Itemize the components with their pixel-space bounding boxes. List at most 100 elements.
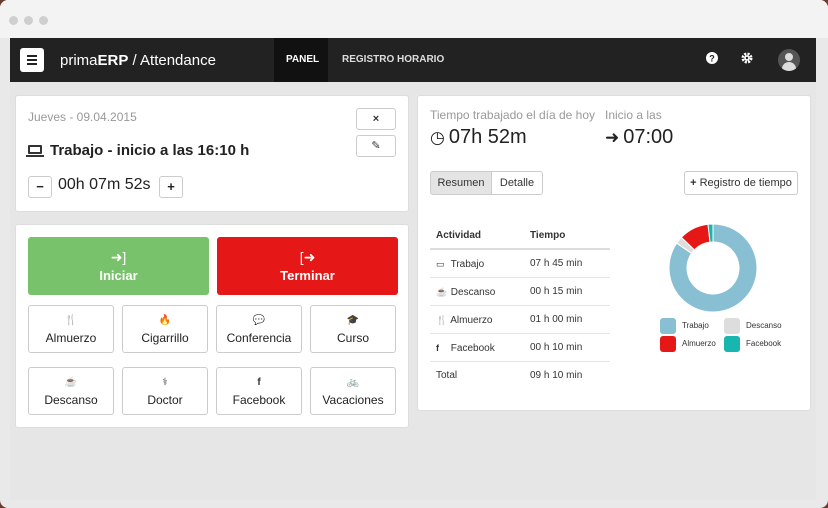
- start-button[interactable]: ➜] Iniciar: [28, 237, 209, 295]
- tab-resumen[interactable]: Resumen: [430, 171, 492, 195]
- legend-swatch-almuerzo: [660, 336, 676, 352]
- legend-descanso: Descanso: [724, 318, 782, 334]
- start-time-value: 07:00: [623, 126, 674, 148]
- decrease-button[interactable]: −: [28, 176, 52, 198]
- facebook-icon: f: [436, 343, 439, 353]
- status-card: Jueves - 09.04.2015 Trabajo - inicio a l…: [15, 95, 409, 212]
- comments-icon: 💬: [252, 315, 266, 326]
- activity-label: Curso: [336, 331, 369, 345]
- menu-button[interactable]: [20, 48, 44, 72]
- activity-cigarrillo-button[interactable]: 🔥 Cigarrillo: [122, 305, 208, 353]
- close-button[interactable]: ×: [356, 108, 396, 130]
- total-label: Total: [436, 370, 458, 381]
- activity-label: Doctor: [147, 393, 183, 407]
- arrow-right-icon: ➜: [605, 128, 620, 147]
- activity-label: Conferencia: [226, 331, 292, 345]
- menu-icon: [27, 55, 37, 57]
- activity-vacaciones-button[interactable]: 🚲 Vacaciones: [310, 367, 396, 415]
- table-row: f Facebook 00 h 10 min: [430, 334, 610, 362]
- activity-label: Almuerzo: [45, 331, 97, 345]
- avatar-body: [782, 62, 796, 71]
- elapsed-duration: 00h 07m 52s: [58, 176, 151, 193]
- laptop-icon: ▭: [436, 259, 445, 269]
- current-date: Jueves - 09.04.2015: [28, 110, 137, 124]
- activity-table: Actividad Tiempo ▭ Trabajo 07 h 45 min ☕…: [430, 222, 610, 390]
- stop-button-label: Terminar: [280, 268, 335, 283]
- current-activity: Trabajo - inicio a las 16:10 h: [26, 142, 250, 159]
- window-minimize-dot[interactable]: [24, 16, 33, 25]
- activity-label: Cigarrillo: [141, 331, 189, 345]
- register-time-button[interactable]: + Registro de tiempo: [684, 171, 798, 195]
- plus-icon: +: [690, 177, 700, 189]
- stethoscope-icon: ⚕: [162, 377, 168, 388]
- row-time: 07 h 45 min: [530, 258, 583, 269]
- row-time: 00 h 15 min: [530, 286, 583, 297]
- activity-almuerzo-button[interactable]: 🍴 Almuerzo: [28, 305, 114, 353]
- table-total-row: Total 09 h 10 min: [430, 362, 610, 390]
- activity-doctor-button[interactable]: ⚕ Doctor: [122, 367, 208, 415]
- brand-title[interactable]: primaERP / Attendance: [60, 52, 216, 69]
- window-titlebar: [0, 0, 828, 38]
- tab-panel[interactable]: PANEL: [274, 38, 328, 82]
- window-zoom-dot[interactable]: [39, 16, 48, 25]
- avatar-head: [785, 53, 793, 61]
- cutlery-icon: 🍴: [64, 315, 78, 326]
- window-close-dot[interactable]: [9, 16, 18, 25]
- fire-icon: 🔥: [158, 315, 172, 326]
- laptop-icon: [26, 144, 44, 157]
- cutlery-icon: 🍴: [436, 315, 448, 325]
- app-container: primaERP / Attendance PANEL REGISTRO HOR…: [10, 38, 816, 500]
- row-activity: Trabajo: [450, 259, 485, 270]
- row-activity: Almuerzo: [450, 315, 493, 326]
- browser-window: primaERP / Attendance PANEL REGISTRO HOR…: [0, 0, 828, 508]
- brand-bold: ERP: [97, 52, 129, 69]
- sign-in-icon: ➜]: [110, 249, 127, 265]
- question-icon[interactable]: ?: [703, 51, 721, 69]
- activity-facebook-button[interactable]: f Facebook: [216, 367, 302, 415]
- activity-donut-chart: [668, 223, 758, 313]
- table-row: 🍴 Almuerzo 01 h 00 min: [430, 306, 610, 334]
- activity-descanso-button[interactable]: ☕ Descanso: [28, 367, 114, 415]
- increase-button[interactable]: +: [159, 176, 183, 198]
- header-tiempo: Tiempo: [530, 230, 566, 241]
- legend-label: Trabajo: [682, 321, 709, 331]
- current-activity-text: Trabajo - inicio a las 16:10 h: [50, 142, 250, 159]
- menu-icon-bar: [27, 59, 37, 61]
- coffee-icon: ☕: [64, 377, 78, 388]
- gear-icon[interactable]: [738, 51, 756, 69]
- register-time-label: Registro de tiempo: [699, 177, 792, 189]
- edit-button[interactable]: ✎: [356, 135, 396, 157]
- worked-time: ◷ 07h 52m: [430, 126, 527, 149]
- clock-icon: ◷: [430, 128, 445, 147]
- user-avatar-icon[interactable]: [778, 49, 800, 71]
- activity-label: Facebook: [232, 393, 286, 407]
- stop-button[interactable]: [➜ Terminar: [217, 237, 398, 295]
- legend-facebook: Facebook: [724, 336, 781, 352]
- start-button-label: Iniciar: [99, 268, 138, 283]
- activity-label: Vacaciones: [322, 393, 384, 407]
- header-actividad: Actividad: [436, 230, 482, 241]
- worked-time-label: Tiempo trabajado el día de hoy: [430, 108, 595, 122]
- legend-swatch-facebook: [724, 336, 740, 352]
- worked-time-value: 07h 52m: [448, 126, 527, 148]
- brand-suffix: / Attendance: [128, 52, 216, 69]
- activity-conferencia-button[interactable]: 💬 Conferencia: [216, 305, 302, 353]
- coffee-icon: ☕: [436, 287, 448, 297]
- tab-registro-horario[interactable]: REGISTRO HORARIO: [330, 38, 456, 82]
- menu-icon-bar: [27, 63, 37, 65]
- sign-out-icon: [➜: [299, 249, 316, 265]
- top-nav: primaERP / Attendance PANEL REGISTRO HOR…: [10, 38, 816, 82]
- graduation-cap-icon: 🎓: [346, 315, 360, 326]
- legend-almuerzo: Almuerzo: [660, 336, 716, 352]
- table-header: Actividad Tiempo: [430, 222, 610, 250]
- legend-label: Facebook: [746, 339, 782, 349]
- total-value: 09 h 10 min: [530, 370, 583, 381]
- activity-label: Descanso: [44, 393, 98, 407]
- legend-label: Almuerzo: [682, 339, 716, 349]
- tab-detalle[interactable]: Detalle: [491, 171, 543, 195]
- row-time: 00 h 10 min: [530, 342, 583, 353]
- table-row: ☕ Descanso 00 h 15 min: [430, 278, 610, 306]
- svg-text:?: ?: [709, 54, 715, 64]
- activity-curso-button[interactable]: 🎓 Curso: [310, 305, 396, 353]
- legend-label: Descanso: [746, 321, 782, 331]
